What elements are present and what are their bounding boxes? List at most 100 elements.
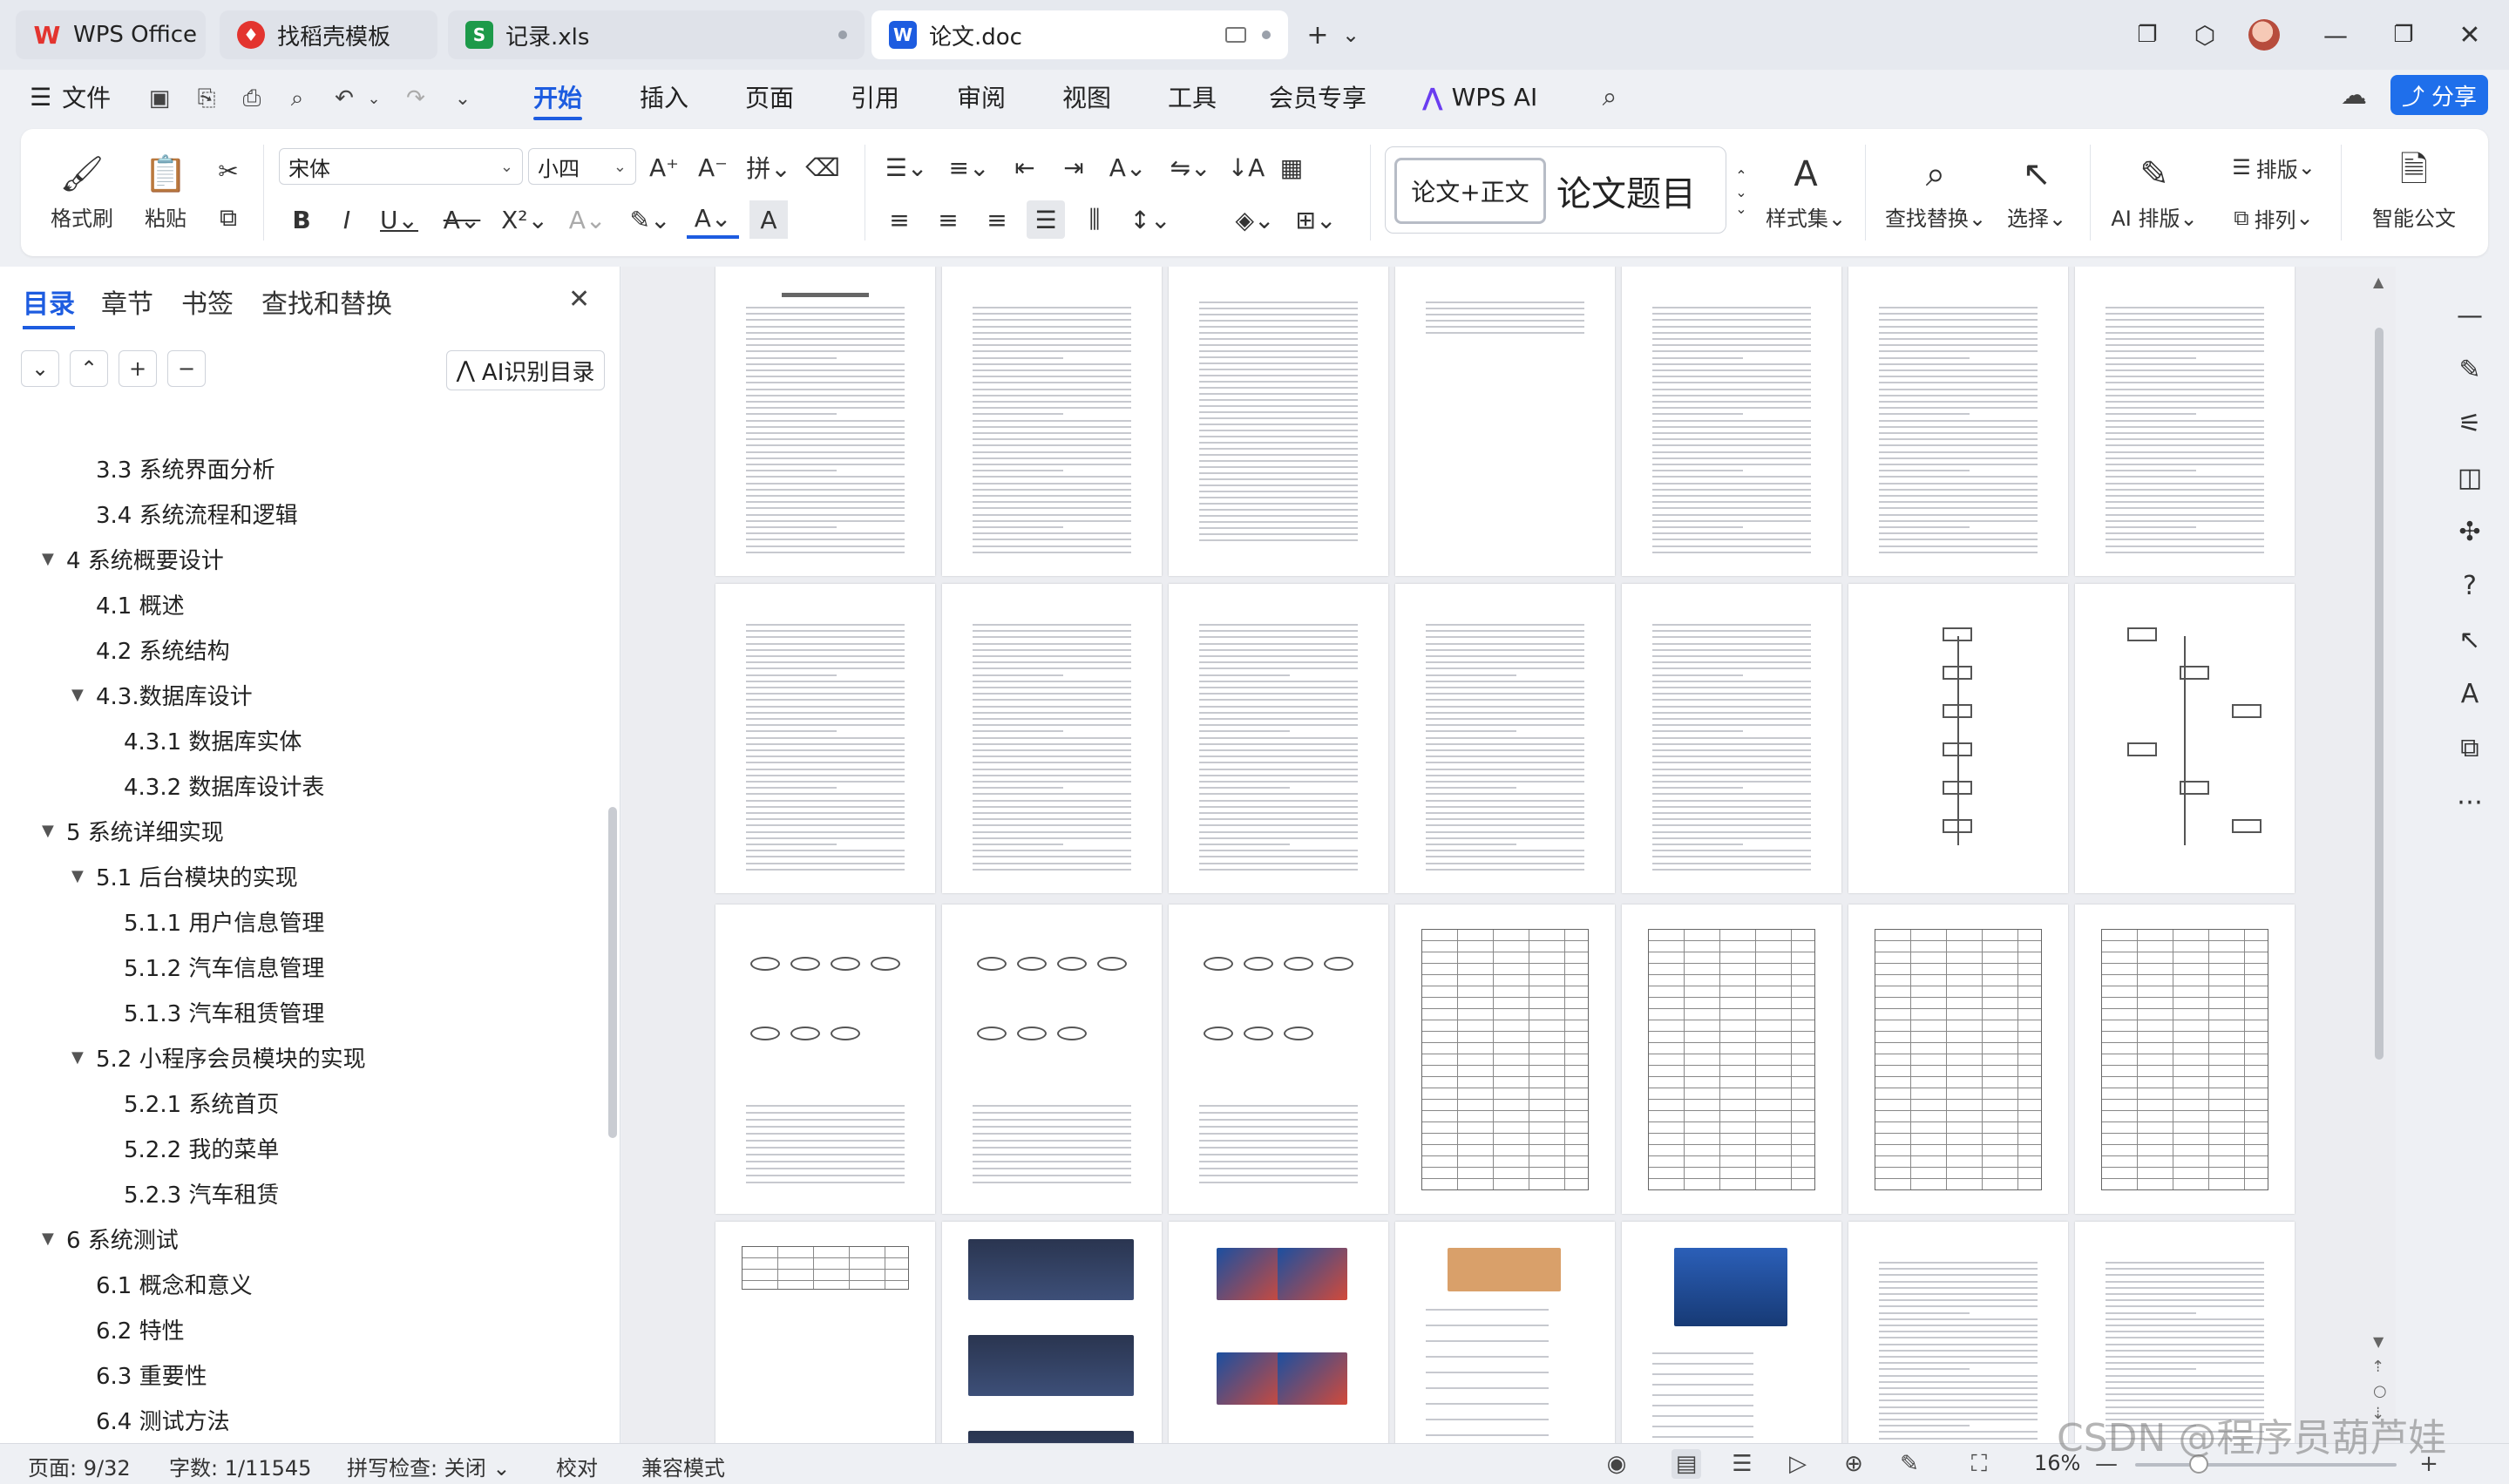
align-left-icon[interactable]: ≡ (880, 200, 919, 239)
minimize-icon[interactable]: — (2318, 17, 2353, 52)
eye-protect-icon[interactable]: ◉ (1602, 1449, 1631, 1479)
page-thumbnail[interactable] (715, 267, 935, 576)
zoom-out-icon[interactable]: — (2092, 1449, 2121, 1479)
expand-toggle-icon[interactable]: ▼ (71, 857, 84, 894)
cube-icon[interactable]: ⬡ (2187, 17, 2222, 52)
toc-item[interactable]: 4.3.数据库设计 (96, 676, 253, 713)
adjust-icon[interactable]: ⚟ (2452, 406, 2487, 441)
scroll-up-icon[interactable]: ▲ (2373, 274, 2384, 290)
puzzle-icon[interactable]: ⧉ (2452, 730, 2487, 765)
undo-icon[interactable]: ↶ (329, 84, 359, 113)
page-thumbnail[interactable] (1395, 267, 1615, 576)
page-thumbnail[interactable] (1169, 1222, 1388, 1443)
edit-pen-icon[interactable]: ✎ (2452, 352, 2487, 387)
redo-icon[interactable]: ↷ (401, 84, 431, 113)
page-thumbnail[interactable] (1622, 1222, 1841, 1443)
menu-page[interactable]: 页面 (745, 78, 794, 115)
page-thumbnail[interactable] (715, 905, 935, 1214)
page-thumbnail[interactable] (1848, 905, 2068, 1214)
increase-indent-icon[interactable]: ⇥ (1054, 148, 1093, 186)
page-thumbnail[interactable] (942, 905, 1162, 1214)
toc-item[interactable]: 3.3 系统界面分析 (96, 450, 275, 486)
page-thumbnail[interactable] (1848, 267, 2068, 576)
help-icon[interactable]: ? (2452, 568, 2487, 603)
tab-record-xls[interactable]: S 记录.xls (448, 10, 865, 59)
page-thumbnail[interactable] (942, 584, 1162, 893)
document-scrollbar[interactable] (2375, 328, 2384, 1060)
expand-toggle-icon[interactable]: ▼ (42, 540, 54, 577)
menu-tools[interactable]: 工具 (1168, 78, 1217, 115)
close-window-icon[interactable]: ✕ (2452, 17, 2487, 52)
page-indicator[interactable]: 页面: 9/32 (28, 1451, 131, 1481)
save-icon[interactable]: ▣ (145, 84, 174, 113)
nav-tab-toc[interactable]: 目录 (23, 282, 75, 329)
avatar[interactable] (2247, 17, 2282, 52)
toc-item[interactable]: 5.1.1 用户信息管理 (124, 903, 324, 939)
page-thumbnail[interactable] (1622, 584, 1841, 893)
prev-page-icon[interactable]: ⇡ (2371, 1358, 2384, 1376)
screen-icon[interactable] (1225, 27, 1246, 43)
nav-scrollbar[interactable] (608, 807, 617, 1138)
spell-check-status[interactable]: 拼写检查: 关闭 ⌄ (347, 1451, 510, 1481)
page-thumbnail[interactable] (1395, 1222, 1615, 1443)
write-view-icon[interactable]: ✎ (1895, 1449, 1924, 1479)
page-thumbnail[interactable] (2075, 905, 2295, 1214)
translate-icon[interactable]: A (2452, 676, 2487, 711)
cut-icon[interactable]: ✂ (209, 152, 248, 190)
menu-view[interactable]: 视图 (1062, 78, 1111, 115)
menu-reference[interactable]: 引用 (851, 78, 899, 115)
remove-heading-icon[interactable]: − (167, 350, 206, 387)
zoom-level[interactable]: 16% (2034, 1451, 2080, 1475)
export-pdf-icon[interactable]: ⎘ (192, 84, 221, 113)
phonetic-icon[interactable]: 拼⌄ (743, 148, 795, 186)
toc-item[interactable]: 6.3 重要性 (96, 1356, 207, 1393)
expand-toggle-icon[interactable]: ▼ (71, 676, 84, 713)
page-thumbnail[interactable] (1622, 905, 1841, 1214)
toc-item[interactable]: 4.2 系统结构 (96, 631, 230, 667)
page-thumbnail[interactable] (1169, 905, 1388, 1214)
bullet-list-icon[interactable]: ☰⌄ (880, 148, 932, 186)
page-thumbnail[interactable] (1169, 584, 1388, 893)
toc-item[interactable]: 4.3.2 数据库设计表 (124, 767, 324, 803)
align-center-icon[interactable]: ≡ (929, 200, 967, 239)
proofread-button[interactable]: 校对 (556, 1451, 598, 1481)
underline-icon[interactable]: U⌄ (373, 200, 425, 239)
expand-toggle-icon[interactable]: ▼ (42, 812, 54, 849)
toc-item[interactable]: 3.4 系统流程和逻辑 (96, 495, 298, 532)
scroll-down-icon[interactable]: ▼ (2373, 1333, 2384, 1350)
font-name-select[interactable]: 宋体 ⌄ (279, 148, 523, 185)
toc-item[interactable]: 6.4 测试方法 (96, 1401, 230, 1438)
toc-item[interactable]: 5.2.3 汽车租赁 (124, 1175, 279, 1211)
tab-thesis-doc[interactable]: W 论文.doc (871, 10, 1288, 59)
superscript-icon[interactable]: X²⌄ (498, 200, 551, 239)
page-thumbnail[interactable] (942, 1222, 1162, 1443)
toc-item[interactable]: 4 系统概要设计 (66, 540, 224, 577)
toc-item[interactable]: 5 系统详细实现 (66, 812, 224, 849)
highlight-icon[interactable]: ✎⌄ (624, 200, 676, 239)
page-thumbnail[interactable] (1395, 905, 1615, 1214)
style-normal-item[interactable]: 论文+正文 (1394, 158, 1546, 224)
toc-item[interactable]: 5.2.2 我的菜单 (124, 1129, 279, 1166)
paste-button[interactable]: 📋 粘贴 (131, 148, 200, 235)
toc-item[interactable]: 5.2 小程序会员模块的实现 (96, 1039, 366, 1075)
toc-item[interactable]: 5.1.3 汽车租赁管理 (124, 993, 324, 1030)
page-thumbnail[interactable] (715, 1222, 935, 1443)
add-heading-icon[interactable]: + (119, 350, 157, 387)
zoom-slider[interactable] (2135, 1463, 2397, 1467)
close-panel-icon[interactable]: ✕ (568, 284, 590, 315)
toc-item[interactable]: 6 系统测试 (66, 1220, 179, 1257)
next-page-icon[interactable]: ⇣ (2371, 1405, 2384, 1423)
new-tab-button[interactable]: + (1300, 17, 1335, 52)
sort-icon[interactable]: ↓A (1227, 148, 1265, 186)
page-view-icon[interactable]: ▤ (1672, 1449, 1701, 1479)
print-preview-icon[interactable]: ⌕ (282, 84, 312, 113)
page-dot-icon[interactable]: ○ (2373, 1382, 2387, 1400)
line-spacing-icon[interactable]: ↕⌄ (1124, 200, 1177, 239)
nav-tab-bookmarks[interactable]: 书签 (181, 282, 234, 321)
image-recognize-icon[interactable]: ◫ (2452, 460, 2487, 495)
page-thumbnail[interactable] (1622, 267, 1841, 576)
ai-toc-button[interactable]: ⋀ AI识别目录 (446, 350, 605, 390)
tools-icon[interactable]: ✣ (2452, 514, 2487, 549)
select-button[interactable]: ↖ 选择⌄ (1997, 148, 2076, 235)
toc-item[interactable]: 5.1 后台模块的实现 (96, 857, 298, 894)
